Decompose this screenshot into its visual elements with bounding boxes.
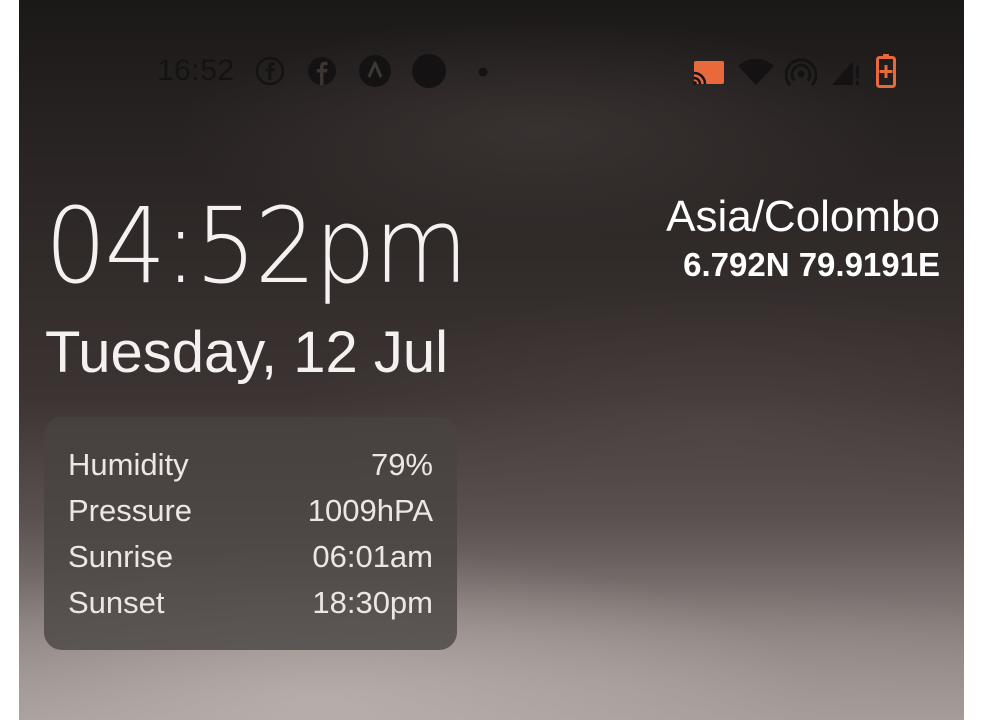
weather-label: Sunset [68,585,165,620]
more-dot-icon [478,67,488,77]
weather-value: 79% [370,447,433,482]
weather-row-pressure: Pressure 1009hPA [68,493,433,539]
facebook-icon [307,56,337,86]
status-time: 16:52 [157,54,235,87]
weather-row-sunset: Sunset 18:30pm [68,585,433,631]
weather-card: Humidity 79% Pressure 1009hPA Sunrise 06… [44,417,457,650]
status-bar: 16:52 [19,48,964,96]
clock-time: 04:52pm [45,185,468,307]
weather-row-humidity: Humidity 79% [68,447,433,493]
cell-signal-icon [831,58,861,86]
app-a-icon [358,55,392,88]
coordinates-label: 6.792N 79.9191E [683,246,940,283]
hotspot-icon [785,58,817,88]
battery-charging-icon [876,54,896,88]
circle-app-icon [411,54,447,89]
weather-row-sunrise: Sunrise 06:01am [68,539,433,585]
wifi-icon [737,58,775,86]
clock-date: Tuesday, 12 Jul [45,320,448,385]
weather-label: Humidity [68,447,189,482]
phone-screen: 16:52 04:52pm Tuesday, 12 Jul Asia/Colom… [19,0,964,720]
location-block: Asia/Colombo 6.792N 79.9191E [666,190,940,286]
weather-label: Sunrise [68,539,174,574]
weather-value: 18:30pm [312,585,433,620]
weather-value: 1009hPA [307,493,433,528]
weather-value: 06:01am [312,539,433,574]
cast-icon [692,60,726,86]
weather-label: Pressure [68,493,193,528]
facebook-outline-icon [255,56,285,86]
timezone-label: Asia/Colombo [666,192,940,241]
